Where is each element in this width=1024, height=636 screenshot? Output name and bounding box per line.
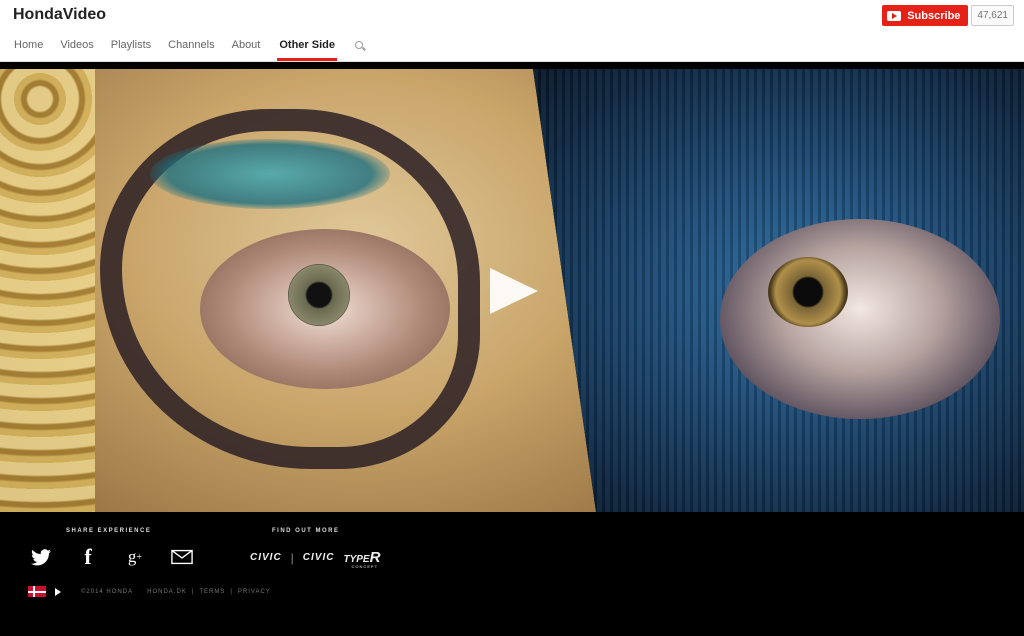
denmark-flag-icon[interactable] <box>28 586 46 597</box>
right-eye <box>720 219 1000 419</box>
hero-right-panel <box>533 69 1024 512</box>
channel-title[interactable]: HondaVideo <box>13 6 106 24</box>
brand-links: CIVIC | CIVIC TYPER CONCEPT <box>250 549 380 569</box>
play-icon[interactable] <box>490 268 538 314</box>
tab-home[interactable]: Home <box>14 30 43 61</box>
share-icons: f g + <box>30 544 218 569</box>
type-r-concept-link[interactable]: TYPER CONCEPT <box>343 549 380 569</box>
channel-tabs: Home Videos Playlists Channels About Oth… <box>0 30 368 61</box>
subscribe-button[interactable]: Subscribe <box>882 5 969 26</box>
site-link[interactable]: HONDA.DK <box>147 589 187 595</box>
left-iris <box>288 264 350 326</box>
google-plus-icon[interactable]: g + <box>124 546 146 568</box>
tab-other-side[interactable]: Other Side <box>277 30 337 61</box>
blue-glitter <box>150 139 390 209</box>
footer: SHARE EXPERIENCE FIND OUT MORE f g + CIVI… <box>0 512 1024 636</box>
tab-about[interactable]: About <box>232 30 261 61</box>
mail-icon[interactable] <box>171 546 193 568</box>
footer-bottom-row: ©2014 HONDA HONDA.DK | TERMS | PRIVACY <box>28 586 271 597</box>
subscribe-label: Subscribe <box>907 9 961 22</box>
terms-link[interactable]: TERMS <box>199 589 225 595</box>
sequin-decoration <box>0 69 95 512</box>
type-r-concept: CONCEPT <box>351 564 379 569</box>
subscribe-group: Subscribe 47,621 <box>882 5 1014 26</box>
brand-separator: | <box>290 550 294 565</box>
civic-link-2[interactable]: CIVIC <box>303 552 335 563</box>
privacy-link[interactable]: PRIVACY <box>238 589 271 595</box>
youtube-play-icon <box>887 10 902 21</box>
civic-link[interactable]: CIVIC <box>250 552 282 563</box>
channel-header: HondaVideo Subscribe 47,621 Home Videos … <box>0 0 1024 62</box>
search-icon[interactable] <box>354 30 368 61</box>
tab-channels[interactable]: Channels <box>168 30 214 61</box>
subscriber-count: 47,621 <box>971 5 1014 26</box>
right-iris <box>768 257 848 327</box>
twitter-icon[interactable] <box>30 546 52 568</box>
find-out-more-heading: FIND OUT MORE <box>272 528 340 534</box>
share-heading: SHARE EXPERIENCE <box>66 528 152 534</box>
hero-banner[interactable] <box>0 69 1024 512</box>
tab-videos[interactable]: Videos <box>60 30 93 61</box>
footer-separator: | <box>230 588 233 595</box>
footer-separator: | <box>191 588 195 595</box>
facebook-icon[interactable]: f <box>77 544 99 569</box>
tab-playlists[interactable]: Playlists <box>111 30 151 61</box>
copyright: ©2014 HONDA <box>81 588 134 595</box>
play-arrow-icon[interactable] <box>55 587 61 596</box>
